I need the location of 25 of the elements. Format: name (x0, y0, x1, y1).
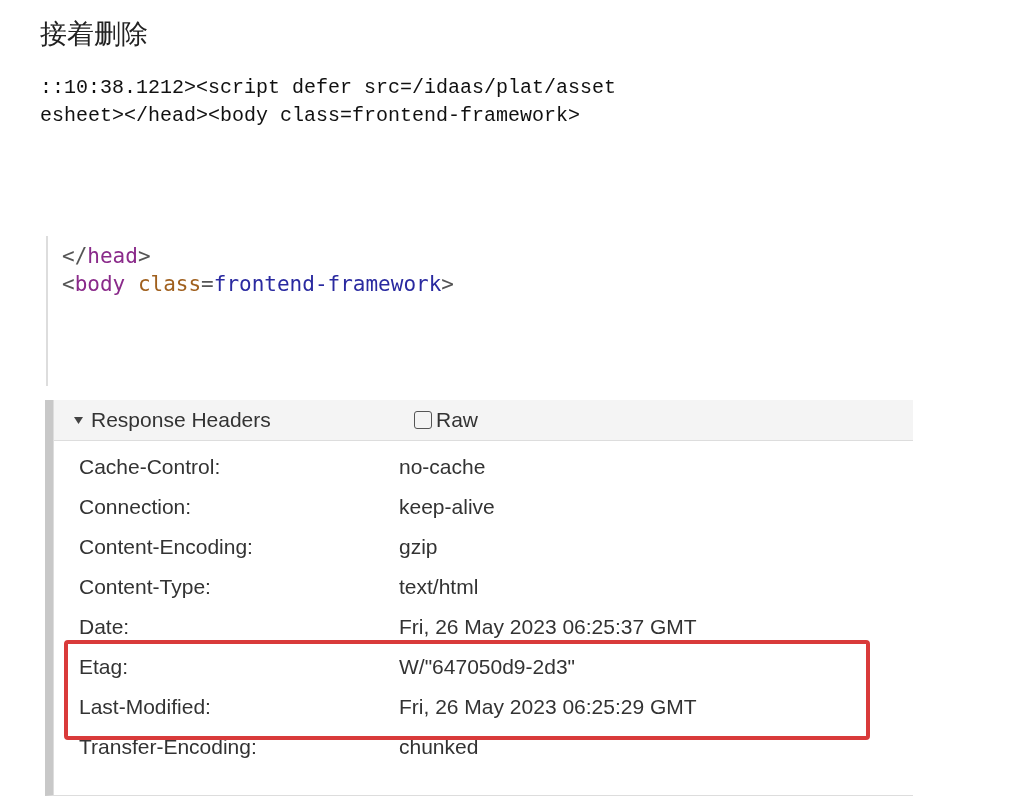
checkbox-label: Raw (436, 408, 478, 432)
section-title: Response Headers (91, 408, 271, 432)
header-value: Fri, 26 May 2023 06:25:37 GMT (399, 615, 697, 639)
header-value: chunked (399, 735, 479, 759)
header-name: Content-Type: (78, 575, 212, 599)
raw-checkbox[interactable] (414, 411, 432, 429)
disclosure-triangle-icon[interactable] (74, 415, 83, 425)
code-line: ::10:38.1212><script defer src=/idaas/plat/asset (40, 75, 617, 101)
header-value: no-cache (399, 455, 486, 479)
header-name: Content-Encoding: (78, 535, 254, 559)
header-name: Date: (78, 615, 131, 639)
code-line: <body class=frontend-framework> (62, 271, 454, 298)
header-name: Etag: (78, 655, 130, 679)
section-heading: 接着删除 (40, 17, 148, 51)
code-line: </head> (62, 243, 151, 270)
header-value: W/"647050d9-2d3" (399, 655, 576, 679)
header-value: text/html (399, 575, 479, 599)
header-name: Transfer-Encoding: (78, 735, 258, 759)
code-line: esheet></head><body class=frontend-framework> (40, 103, 581, 129)
header-value: keep-alive (399, 495, 495, 519)
header-name: Cache-Control: (78, 455, 222, 479)
header-name: Connection: (78, 495, 193, 519)
header-name: Last-Modified: (78, 695, 212, 719)
header-value: Fri, 26 May 2023 06:25:29 GMT (399, 695, 697, 719)
header-value: gzip (399, 535, 438, 559)
